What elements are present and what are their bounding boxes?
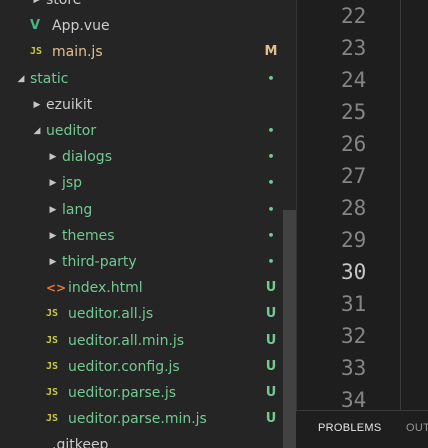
chevron-right-icon[interactable]: ▶ [48, 144, 58, 170]
tree-item-label: main.js [52, 44, 103, 61]
tree-item-label: jsp [62, 175, 83, 192]
line-number: 23 [341, 36, 367, 60]
line-number: 32 [341, 324, 367, 348]
line-number: 26 [341, 132, 367, 156]
tree-item[interactable]: ▶ third-party • [0, 249, 282, 275]
html-file-icon: <> [46, 281, 67, 296]
chevron-right-icon[interactable]: ▶ [48, 223, 58, 249]
js-file-icon: JS [46, 413, 59, 425]
git-status-badge: • [267, 228, 275, 242]
tree-item[interactable]: ◢ ueditor • [0, 118, 282, 144]
tab-problems[interactable]: PROBLEMS [318, 422, 382, 434]
tree-item-label: ueditor.all.min.js [68, 332, 185, 349]
tree-item[interactable]: ▶ dialogs • [0, 144, 282, 170]
tree-item[interactable]: JS ueditor.parse.js U [0, 380, 282, 406]
tree-item[interactable]: JS ueditor.config.js U [0, 354, 282, 380]
editor-minimap[interactable] [400, 0, 428, 410]
tree-item[interactable]: ▶ ezuikit [0, 92, 282, 118]
git-status-badge: • [267, 176, 275, 190]
js-file-icon: JS [46, 308, 59, 320]
chevron-down-icon[interactable]: ◢ [32, 118, 42, 144]
line-number: 27 [341, 164, 367, 188]
tab-output[interactable]: OUTPUT [406, 422, 428, 434]
tree-item[interactable]: V App.vue [0, 13, 282, 39]
line-number: 29 [341, 228, 367, 252]
tree-item[interactable]: JS ueditor.parse.min.js U [0, 406, 282, 432]
tree-item[interactable]: ▶ lang • [0, 197, 282, 223]
tree-item-label: themes [62, 227, 115, 244]
git-status-badge: • [267, 202, 275, 216]
line-number: 25 [341, 100, 367, 124]
explorer-sidebar: ▶ store V App.vue JS main.js M ◢ static • ▶ ezuikit… [0, 0, 296, 448]
line-number: 31 [341, 292, 367, 316]
tree-item[interactable]: ▶ store [0, 0, 282, 13]
tree-item-label: third-party [62, 254, 137, 270]
git-status-badge: M [264, 44, 278, 60]
git-status-badge: • [267, 255, 275, 268]
tree-item-label: ueditor.config.js [68, 358, 180, 375]
git-status-badge: • [267, 150, 275, 164]
chevron-right-icon[interactable]: ▶ [32, 0, 42, 13]
panel-tab-bar: PROBLEMS OUTPUT [296, 410, 428, 448]
git-status-badge: U [265, 358, 277, 374]
line-number: 24 [341, 68, 367, 92]
tree-item-label: static [30, 70, 69, 87]
chevron-right-icon[interactable]: ▶ [48, 249, 58, 275]
tree-item-label: ueditor [46, 123, 97, 139]
git-status-badge: U [265, 332, 277, 348]
js-file-icon: JS [46, 360, 59, 372]
chevron-right-icon[interactable]: ▶ [48, 170, 58, 196]
tree-item-label: store [46, 0, 82, 8]
tree-item[interactable]: ▶ jsp • [0, 170, 282, 196]
tree-item[interactable]: JS main.js M [0, 39, 282, 65]
tree-item-label: ueditor.parse.min.js [68, 411, 207, 428]
git-status-badge: U [265, 385, 277, 400]
tree-item[interactable]: JS ueditor.all.js U [0, 301, 282, 327]
tree-item[interactable]: .gitkeep [0, 432, 282, 448]
chevron-right-icon[interactable]: ▶ [48, 197, 58, 223]
tree-item-label: ueditor.parse.js [68, 385, 177, 401]
chevron-down-icon[interactable]: ◢ [16, 66, 26, 92]
tree-item-label: dialogs [62, 149, 112, 166]
js-file-icon: JS [30, 46, 43, 58]
vue-file-icon: V [30, 18, 41, 34]
tree-item[interactable]: <> index.html U [0, 275, 282, 301]
git-status-badge: • [267, 71, 275, 85]
line-number: 30 [341, 260, 367, 284]
tree-item[interactable]: JS ueditor.all.min.js U [0, 328, 282, 354]
git-status-badge: U [265, 411, 277, 427]
vscode-window: ▶ store V App.vue JS main.js M ◢ static • ▶ ezuikit… [0, 0, 428, 448]
tree-item-label: ueditor.all.js [68, 306, 154, 323]
explorer-scrollbar-thumb[interactable] [283, 210, 296, 448]
line-number: 22 [341, 4, 367, 28]
js-file-icon: JS [46, 334, 59, 346]
git-status-badge: • [267, 124, 275, 137]
editor-gutter: 22 23 24 25 26 27 28 29 30 31 32 33 34 [296, 0, 401, 448]
tree-item-label: .gitkeep [52, 437, 109, 448]
js-file-icon: JS [46, 387, 59, 398]
git-status-badge: U [265, 280, 277, 296]
tree-item[interactable]: ◢ static • [0, 66, 282, 92]
tree-item-label: lang [62, 201, 93, 218]
tree-item-label: ezuikit [46, 96, 93, 113]
line-number: 33 [341, 356, 367, 380]
tree-item-label: index.html [68, 280, 143, 297]
git-status-badge: U [265, 306, 277, 322]
tree-item-label: App.vue [52, 18, 110, 35]
line-number: 28 [341, 196, 367, 220]
chevron-right-icon[interactable]: ▶ [32, 92, 42, 118]
tree-item[interactable]: ▶ themes • [0, 223, 282, 249]
